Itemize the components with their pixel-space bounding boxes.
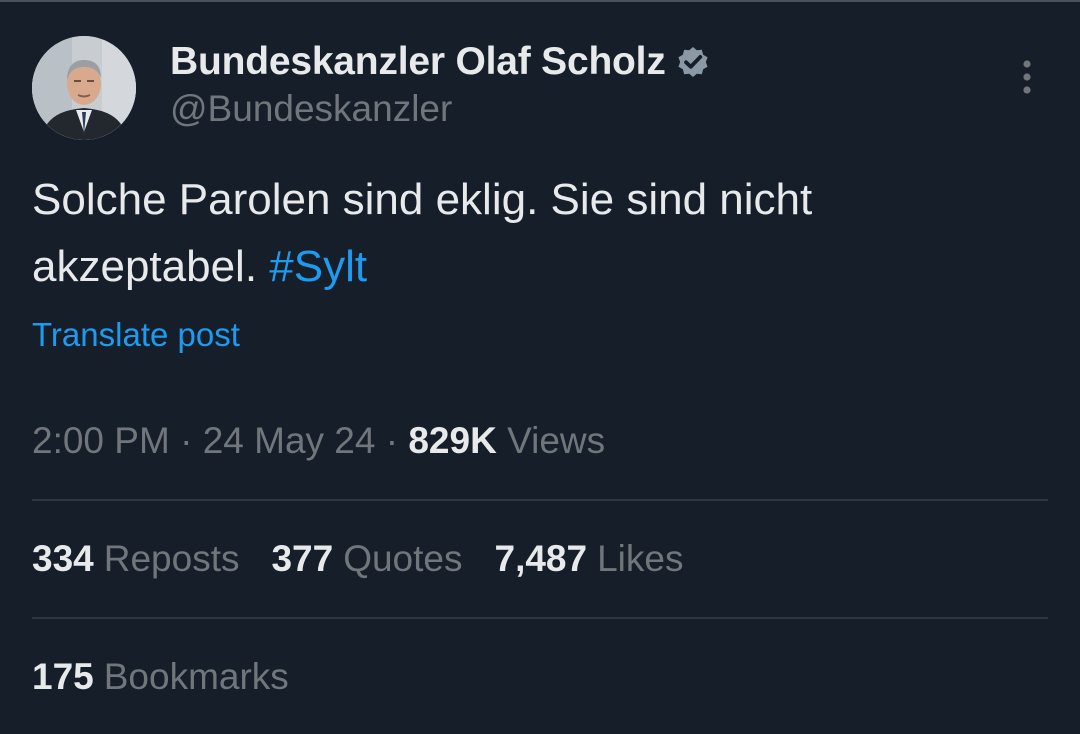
quotes-count: 377 bbox=[271, 538, 334, 579]
author-display-name[interactable]: Bundeskanzler Olaf Scholz bbox=[170, 40, 666, 84]
reposts-count: 334 bbox=[32, 538, 94, 579]
post-meta: 2:00 PM · 24 May 24 · 829K Views bbox=[32, 420, 605, 462]
profile-photo bbox=[32, 36, 136, 140]
views-count: 829K bbox=[408, 420, 497, 461]
post-body: Solche Parolen sind eklig. Sie sind nich… bbox=[32, 175, 813, 291]
quotes-stat[interactable]: 377 Quotes bbox=[271, 538, 462, 580]
meta-separator: · bbox=[385, 420, 399, 461]
meta-separator: · bbox=[180, 420, 193, 461]
post-date[interactable]: 24 May 24 bbox=[203, 420, 376, 461]
likes-stat[interactable]: 7,487 Likes bbox=[495, 538, 684, 580]
author-name-row: Bundeskanzler Olaf Scholz bbox=[170, 40, 712, 84]
likes-label: Likes bbox=[597, 538, 684, 579]
post-time[interactable]: 2:00 PM bbox=[32, 420, 170, 461]
views-label: Views bbox=[507, 420, 606, 461]
hashtag-link[interactable]: #Sylt bbox=[269, 242, 367, 291]
divider bbox=[32, 617, 1048, 619]
author-handle[interactable]: @Bundeskanzler bbox=[170, 88, 452, 130]
translate-post-link[interactable]: Translate post bbox=[32, 316, 240, 354]
quotes-label: Quotes bbox=[343, 538, 463, 579]
avatar[interactable] bbox=[32, 36, 136, 140]
bookmarks-count: 175 bbox=[32, 656, 94, 697]
divider bbox=[32, 499, 1048, 501]
engagement-stats: 334 Reposts 377 Quotes 7,487 Likes bbox=[32, 538, 683, 580]
likes-count: 7,487 bbox=[494, 538, 588, 579]
verified-badge-icon[interactable] bbox=[674, 43, 712, 81]
post-text: Solche Parolen sind eklig. Sie sind nich… bbox=[32, 166, 1032, 300]
reposts-label: Reposts bbox=[103, 538, 240, 579]
bookmarks-label: Bookmarks bbox=[103, 656, 289, 697]
reposts-stat[interactable]: 334 Reposts bbox=[32, 538, 239, 580]
top-divider bbox=[0, 0, 1080, 2]
more-options-icon[interactable] bbox=[1016, 58, 1038, 98]
bookmarks-stat[interactable]: 175 Bookmarks bbox=[32, 656, 289, 698]
